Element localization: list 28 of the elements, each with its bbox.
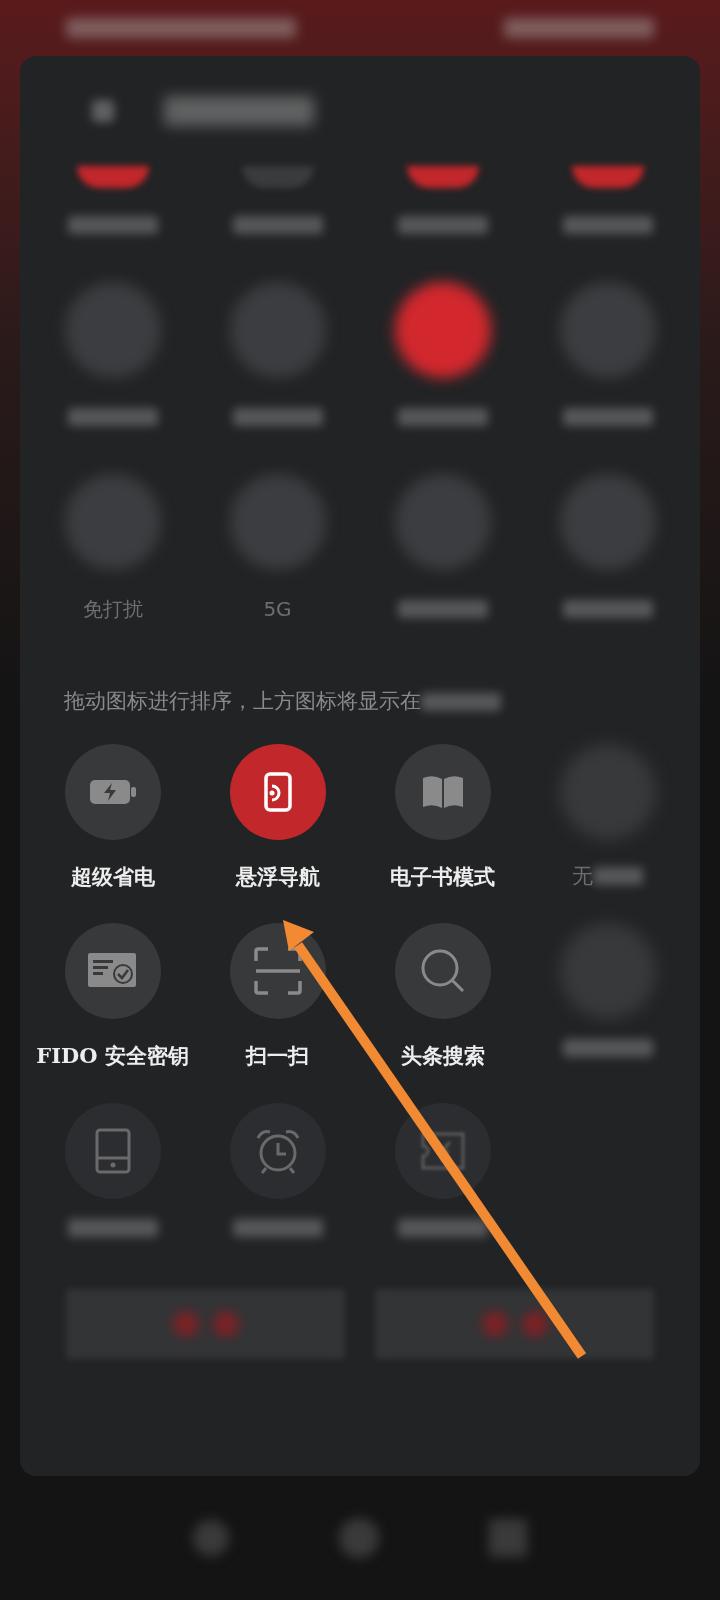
book-icon	[420, 773, 465, 810]
tile-label: FIDO 安全密钥	[36, 1042, 189, 1071]
back-icon[interactable]	[92, 100, 114, 122]
tile-icon[interactable]	[571, 166, 644, 188]
tile-icon[interactable]	[241, 166, 314, 188]
battery-icon	[89, 777, 136, 806]
recents-nav-icon[interactable]	[489, 1519, 527, 1557]
tile-label: 免打扰	[82, 596, 143, 623]
blurred-label	[593, 867, 643, 886]
tile-label: 超级省电	[70, 862, 155, 891]
tile-label: 扫一扫	[246, 1042, 309, 1071]
card-check-icon	[87, 953, 138, 990]
search-icon	[419, 948, 466, 995]
phone-outline-icon	[262, 771, 293, 812]
back-nav-icon[interactable]	[193, 1520, 229, 1556]
tile-icon[interactable]	[394, 282, 491, 378]
tile-label: 5G	[263, 596, 292, 623]
tile-label: 无	[572, 862, 593, 890]
blurred-button[interactable]	[375, 1288, 654, 1359]
scan-icon	[253, 947, 302, 996]
tile-label: 头条搜索	[400, 1042, 485, 1071]
tile-icon[interactable]	[406, 166, 479, 188]
tablet-icon	[94, 1127, 131, 1174]
hint-text: 拖动图标进行排序，上方图标将显示在	[64, 688, 421, 715]
tile-label: 电子书模式	[390, 862, 495, 891]
tile-label: 悬浮导航	[235, 862, 320, 891]
tile-icon[interactable]	[76, 166, 149, 188]
home-nav-icon[interactable]	[339, 1518, 379, 1558]
